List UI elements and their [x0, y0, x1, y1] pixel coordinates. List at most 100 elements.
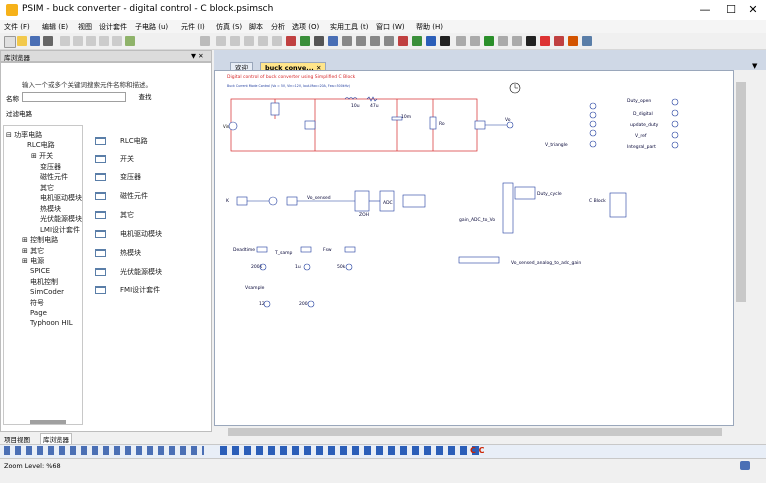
tree-item-pv[interactable]: 光伏能源模块 [40, 214, 82, 224]
text-icon[interactable] [526, 36, 536, 46]
zoom-in-icon[interactable] [342, 36, 352, 46]
menu-design-suite[interactable]: 设计套件 [99, 22, 127, 32]
save-icon[interactable] [30, 36, 40, 46]
dropdown-arrow-icon[interactable] [200, 36, 210, 46]
undo-icon[interactable] [99, 36, 109, 46]
folder-icon [95, 230, 106, 238]
copy-icon[interactable] [73, 36, 83, 46]
folder-pv[interactable]: 光伏能源模块 [120, 267, 162, 277]
close-button[interactable]: ✕ [738, 2, 766, 18]
menu-view[interactable]: 视图 [78, 22, 92, 32]
tree-item-sources[interactable]: ⊞ 电源 [22, 256, 44, 266]
print-icon[interactable] [43, 36, 53, 46]
select-icon[interactable] [328, 36, 338, 46]
folder-icon [95, 249, 106, 257]
menu-subcircuit[interactable]: 子电路 (u) [135, 22, 168, 32]
tree-item-typhoon[interactable]: Typhoon HIL [30, 319, 73, 327]
tree-item-transformer[interactable]: 变压器 [40, 162, 61, 172]
tree-item-thermal[interactable]: 热模块 [40, 204, 61, 214]
zoom-area-icon[interactable] [384, 36, 394, 46]
menu-elements[interactable]: 元件 (I) [181, 22, 205, 32]
folder-switches[interactable]: 开关 [120, 154, 134, 164]
menu-script[interactable]: 脚本 [249, 22, 263, 32]
schematic-canvas[interactable]: Digital control of buck converter using … [214, 70, 734, 426]
vertical-scrollbar-thumb[interactable] [736, 82, 746, 302]
cut-icon[interactable] [60, 36, 70, 46]
lt-icon[interactable] [440, 36, 450, 46]
panel-pin-close[interactable]: ▼ ✕ [191, 52, 204, 60]
pause-icon[interactable] [470, 36, 480, 46]
flip-icon[interactable] [258, 36, 268, 46]
tree-item-switches[interactable]: ⊞ 开关 [31, 151, 53, 161]
folder-magnetic[interactable]: 磁性元件 [120, 191, 148, 201]
tab-project-view[interactable]: 项目视图 [4, 434, 30, 444]
probe-icon[interactable] [398, 36, 408, 46]
filter-circuits-label[interactable]: 过滤电路 [6, 108, 32, 118]
menu-analysis[interactable]: 分析 [271, 22, 285, 32]
tree-item-page[interactable]: Page [30, 309, 47, 317]
redo-icon[interactable] [112, 36, 122, 46]
folder-thermal[interactable]: 热模块 [120, 248, 141, 258]
folder-fmi[interactable]: FMI设计套件 [120, 285, 160, 295]
menu-utilities[interactable]: 实用工具 (t) [330, 22, 368, 32]
horizontal-scrollbar-thumb[interactable] [228, 428, 722, 436]
tree-item-symbols[interactable]: 符号 [30, 298, 44, 308]
tab-list-dropdown-icon[interactable]: ▼ [752, 62, 757, 70]
search-button[interactable]: 查找 [131, 92, 159, 102]
new-file-icon[interactable] [4, 36, 16, 48]
menu-file[interactable]: 文件 (F) [4, 22, 30, 32]
tree-item-lmi[interactable]: LMI设计套件 [40, 225, 80, 235]
tree-item-spice[interactable]: SPICE [30, 267, 50, 275]
menu-options[interactable]: 选项 (O) [292, 22, 319, 32]
waveform-icon[interactable] [554, 36, 564, 46]
tree-item-other-root[interactable]: ⊞ 其它 [22, 246, 44, 256]
component-icon[interactable] [125, 36, 135, 46]
pen-icon[interactable] [286, 36, 296, 46]
menu-simulate[interactable]: 仿真 (S) [216, 22, 242, 32]
menu-edit[interactable]: 编辑 (E) [42, 22, 68, 32]
stop-icon[interactable] [498, 36, 508, 46]
folder-other[interactable]: 其它 [120, 210, 134, 220]
paste-icon[interactable] [86, 36, 96, 46]
search-input[interactable] [22, 92, 126, 102]
wire-icon[interactable] [216, 36, 226, 46]
tree-item-power[interactable]: ⊟ 功率电路 [6, 130, 42, 140]
tree-item-motor-drive[interactable]: 电机驱动模块 [40, 193, 82, 203]
panel-scrollbar-thumb[interactable] [30, 420, 66, 424]
window-icon[interactable] [582, 36, 592, 46]
notification-icon[interactable] [740, 461, 750, 470]
menu-help[interactable]: 帮助 (H) [416, 22, 443, 32]
element-icons-right[interactable] [220, 446, 480, 455]
play-icon[interactable] [484, 36, 494, 46]
step-icon[interactable] [512, 36, 522, 46]
simcoder-icon[interactable] [412, 36, 422, 46]
label-icon[interactable] [244, 36, 254, 46]
horizontal-scrollbar[interactable] [214, 426, 734, 438]
run-icon[interactable] [456, 36, 466, 46]
tree-item-motor-control[interactable]: 电机控制 [30, 277, 58, 287]
zoom-out-icon[interactable] [356, 36, 366, 46]
gear-icon[interactable] [568, 36, 578, 46]
hand-icon[interactable] [314, 36, 324, 46]
folder-transformer[interactable]: 变压器 [120, 172, 141, 182]
element-icons-left[interactable] [4, 446, 204, 455]
open-file-icon[interactable] [17, 36, 27, 46]
tree-item-magnetic[interactable]: 磁性元件 [40, 172, 68, 182]
ground-icon[interactable] [300, 36, 310, 46]
label-c1: 47u [370, 103, 379, 109]
menu-window[interactable]: 窗口 (W) [376, 22, 405, 32]
schematic-subheading: Buck Current Mode Control (Vo = 5V, Vin=… [227, 84, 350, 88]
tree-item-simcoder[interactable]: SimCoder [30, 288, 64, 296]
tree-item-control[interactable]: ⊞ 控制电路 [22, 235, 58, 245]
folder-motor-drive[interactable]: 电机驱动模块 [120, 229, 162, 239]
rotate-icon[interactable] [272, 36, 282, 46]
tree-item-other[interactable]: 其它 [40, 183, 54, 193]
zoom-fit-icon[interactable] [370, 36, 380, 46]
vertical-scrollbar[interactable] [734, 70, 748, 426]
c-block-icon[interactable]: C C [470, 446, 485, 455]
folder-rlc[interactable]: RLC电路 [120, 136, 148, 146]
scope-icon[interactable] [540, 36, 550, 46]
simview-icon[interactable] [426, 36, 436, 46]
draw-icon[interactable] [230, 36, 240, 46]
tree-item-rlc[interactable]: RLC电路 [27, 140, 55, 150]
